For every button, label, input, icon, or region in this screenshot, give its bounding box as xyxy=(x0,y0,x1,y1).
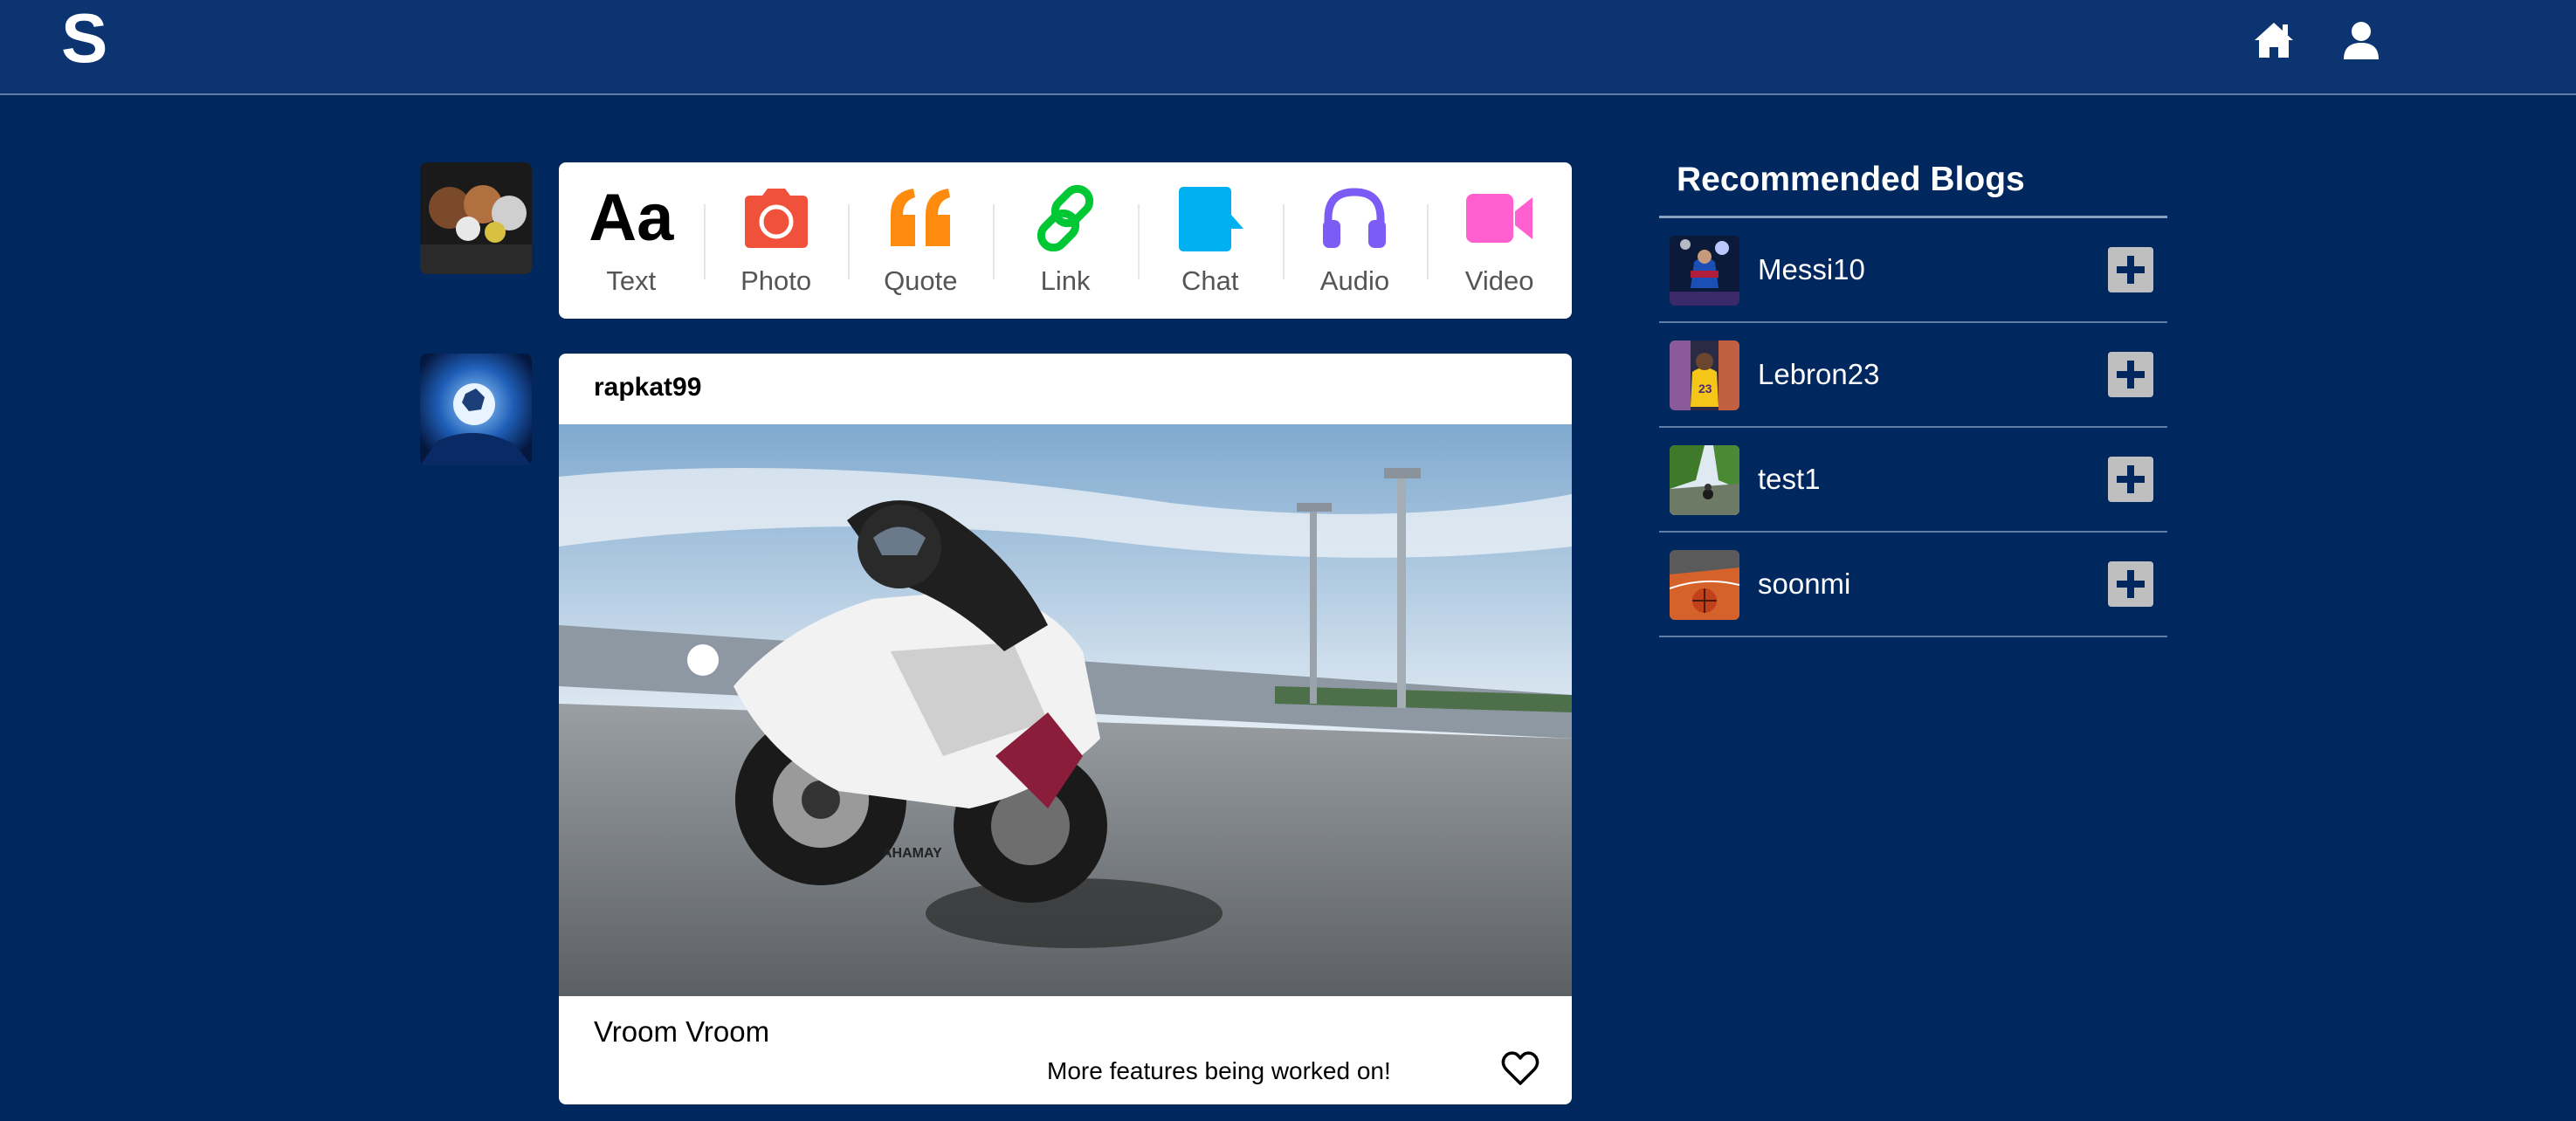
compose-quote-button[interactable]: Quote xyxy=(848,162,993,319)
blog-row: Messi10 xyxy=(1659,218,2167,323)
blog-avatar[interactable]: 23 xyxy=(1670,340,1739,410)
blog-row: 23 Lebron23 xyxy=(1659,323,2167,428)
post-author-avatar[interactable] xyxy=(420,354,532,465)
follow-add-button[interactable] xyxy=(2108,352,2153,397)
compose-photo-label: Photo xyxy=(740,265,812,296)
top-navbar: S xyxy=(0,0,2576,95)
compose-quote-label: Quote xyxy=(884,265,958,296)
blog-avatar[interactable] xyxy=(1670,550,1739,620)
svg-text:AHAMAY: AHAMAY xyxy=(882,846,942,861)
camera-icon xyxy=(744,189,808,248)
blog-name[interactable]: Messi10 xyxy=(1758,253,1865,286)
post-photo: AHAMAY xyxy=(559,424,1572,996)
recommended-blogs-panel: Recommended Blogs Messi10 23 Lebron23 te… xyxy=(1659,157,2167,637)
current-user-avatar[interactable] xyxy=(420,162,532,274)
blog-row: soonmi xyxy=(1659,533,2167,637)
follow-add-button[interactable] xyxy=(2108,561,2153,607)
blog-name[interactable]: soonmi xyxy=(1758,567,1850,601)
text-icon: Aa xyxy=(589,181,674,255)
video-camera-icon xyxy=(1466,194,1533,243)
blog-avatar[interactable] xyxy=(1670,445,1739,515)
post-composer: Aa Text Photo Quote Link Chat Audio Vide… xyxy=(559,162,1572,319)
heart-outline-icon[interactable] xyxy=(1500,1049,1540,1089)
blog-row: test1 xyxy=(1659,428,2167,533)
home-icon[interactable] xyxy=(2251,17,2297,63)
compose-chat-label: Chat xyxy=(1181,265,1239,296)
recommended-blogs-title: Recommended Blogs xyxy=(1659,157,2167,218)
post-caption: Vroom Vroom xyxy=(594,1015,770,1048)
blog-name[interactable]: Lebron23 xyxy=(1758,358,1879,391)
chat-icon xyxy=(1178,187,1243,251)
quote-icon xyxy=(891,189,951,246)
post-card: rapkat99 AHAMAY Vroom Vroom More feature… xyxy=(559,354,1572,1104)
compose-video-button[interactable]: Video xyxy=(1427,162,1572,319)
headphones-icon xyxy=(1323,188,1387,248)
follow-add-button[interactable] xyxy=(2108,247,2153,292)
svg-text:23: 23 xyxy=(1698,382,1712,395)
compose-text-label: Text xyxy=(606,265,657,296)
post-username[interactable]: rapkat99 xyxy=(594,373,701,402)
compose-audio-label: Audio xyxy=(1319,265,1390,296)
link-icon xyxy=(1037,185,1094,251)
follow-add-button[interactable] xyxy=(2108,457,2153,502)
compose-photo-button[interactable]: Photo xyxy=(703,162,849,319)
blog-name[interactable]: test1 xyxy=(1758,463,1821,496)
compose-link-button[interactable]: Link xyxy=(993,162,1138,319)
compose-link-label: Link xyxy=(1040,265,1091,296)
site-logo[interactable]: S xyxy=(61,3,107,73)
user-icon[interactable] xyxy=(2338,17,2384,63)
compose-video-label: Video xyxy=(1464,265,1534,296)
compose-text-button[interactable]: Aa Text xyxy=(559,162,704,319)
post-notice: More features being worked on! xyxy=(1047,1057,1391,1084)
blog-avatar[interactable] xyxy=(1670,236,1739,306)
compose-audio-button[interactable]: Audio xyxy=(1282,162,1428,319)
compose-chat-button[interactable]: Chat xyxy=(1137,162,1283,319)
